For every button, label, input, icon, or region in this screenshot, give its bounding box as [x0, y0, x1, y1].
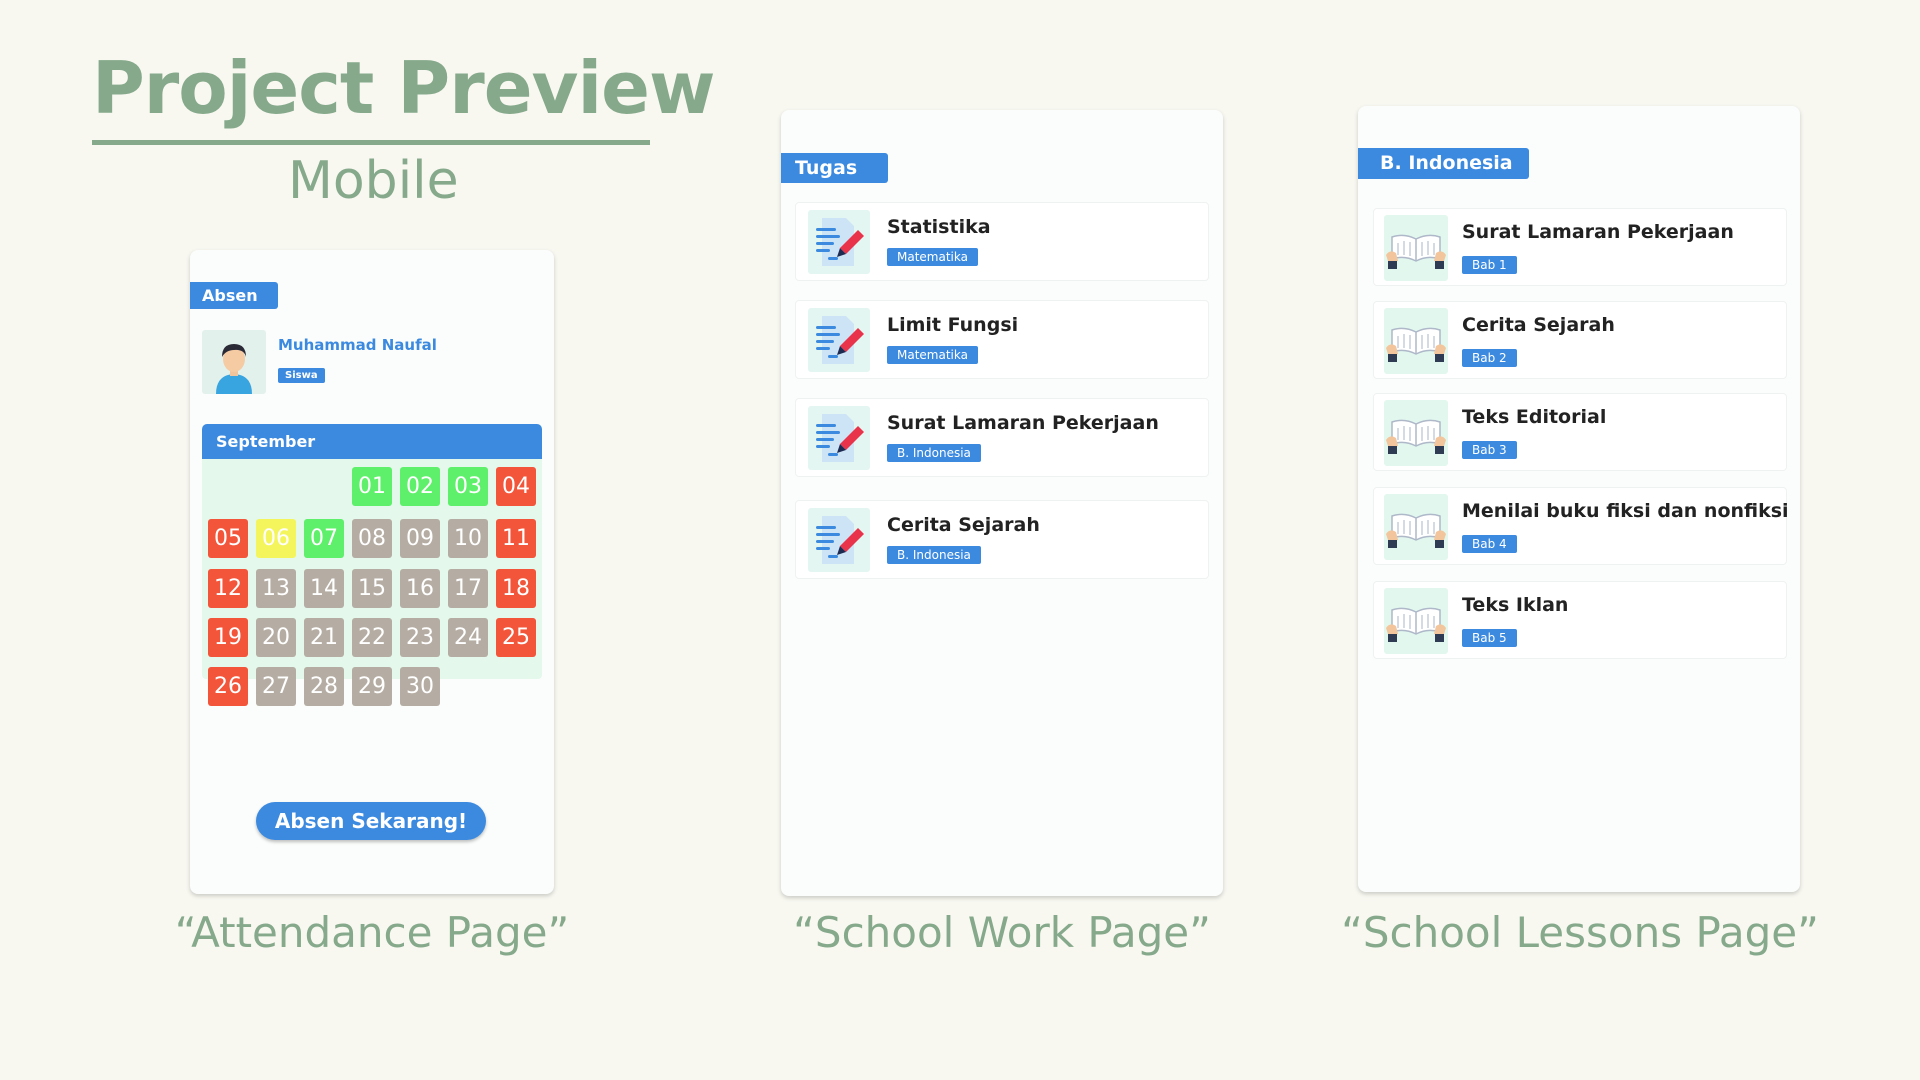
task-title: Cerita Sejarah — [887, 514, 1040, 536]
calendar-day[interactable]: 26 — [208, 667, 248, 706]
chapter-badge: Bab 2 — [1462, 349, 1517, 367]
calendar-day[interactable]: 19 — [208, 618, 248, 657]
chapter-badge: Bab 5 — [1462, 629, 1517, 647]
calendar-day[interactable]: 29 — [352, 667, 392, 706]
task-title: Statistika — [887, 216, 991, 238]
calendar-month-header: September — [202, 424, 542, 459]
lesson-title: Cerita Sejarah — [1462, 314, 1615, 336]
calendar-day[interactable]: 22 — [352, 618, 392, 657]
subject-badge: B. Indonesia — [887, 546, 981, 564]
calendar-day[interactable]: 05 — [208, 519, 248, 558]
task-title: Surat Lamaran Pekerjaan — [887, 412, 1159, 434]
calendar-day[interactable]: 25 — [496, 618, 536, 657]
subject-badge: Matematika — [887, 248, 978, 266]
lesson-card[interactable]: Menilai buku fiksi dan nonfiksi Bab 4 — [1373, 487, 1789, 565]
calendar-day[interactable]: 08 — [352, 519, 392, 558]
schoolwork-phone-screen: Tugas Statistika Matematika Limit Fungsi Ma… — [781, 110, 1223, 896]
document-edit-icon — [808, 308, 870, 372]
avatar — [202, 330, 266, 394]
calendar-day[interactable]: 16 — [400, 569, 440, 608]
calendar-day[interactable]: 03 — [448, 467, 488, 506]
calendar-day[interactable]: 14 — [304, 569, 344, 608]
calendar-day[interactable]: 06 — [256, 519, 296, 558]
subject-badge: B. Indonesia — [887, 444, 981, 462]
task-title: Limit Fungsi — [887, 314, 1019, 336]
calendar-day[interactable]: 23 — [400, 618, 440, 657]
open-book-icon — [1384, 308, 1448, 374]
title-underline — [92, 140, 650, 145]
caption-lessons: “School Lessons Page” — [1341, 908, 1819, 957]
task-card[interactable]: Cerita Sejarah B. Indonesia — [795, 500, 1209, 579]
calendar-day[interactable]: 24 — [448, 618, 488, 657]
open-book-icon — [1384, 215, 1448, 281]
calendar-day[interactable]: 20 — [256, 618, 296, 657]
calendar-day[interactable]: 18 — [496, 569, 536, 608]
subject-badge: Matematika — [887, 346, 978, 364]
absen-tag: Absen — [190, 282, 278, 309]
calendar-day[interactable]: 12 — [208, 569, 248, 608]
calendar-day[interactable]: 21 — [304, 618, 344, 657]
calendar-day[interactable]: 01 — [352, 467, 392, 506]
calendar-day[interactable]: 09 — [400, 519, 440, 558]
lesson-title: Teks Editorial — [1462, 406, 1607, 428]
lesson-card[interactable]: Surat Lamaran Pekerjaan Bab 1 — [1373, 208, 1787, 286]
calendar-day[interactable]: 27 — [256, 667, 296, 706]
calendar-day[interactable]: 07 — [304, 519, 344, 558]
calendar-day[interactable]: 11 — [496, 519, 536, 558]
calendar-day[interactable]: 15 — [352, 569, 392, 608]
open-book-icon — [1384, 400, 1448, 466]
task-card[interactable]: Limit Fungsi Matematika — [795, 300, 1209, 379]
calendar-day[interactable]: 17 — [448, 569, 488, 608]
calendar-day[interactable]: 04 — [496, 467, 536, 506]
page-subtitle: Mobile — [288, 151, 459, 211]
lesson-card[interactable]: Teks Editorial Bab 3 — [1373, 393, 1787, 471]
page-title: Project Preview — [92, 46, 715, 130]
lesson-card[interactable]: Cerita Sejarah Bab 2 — [1373, 301, 1787, 379]
document-edit-icon — [808, 508, 870, 572]
calendar-grid: 01 02 03 04 05 06 07 08 09 10 11 12 13 14 15 16 17 18 19 20… — [202, 459, 542, 706]
chapter-badge: Bab 1 — [1462, 256, 1517, 274]
document-edit-icon — [808, 210, 870, 274]
open-book-icon — [1384, 494, 1448, 560]
lesson-title: Surat Lamaran Pekerjaan — [1462, 221, 1734, 243]
lesson-card[interactable]: Teks Iklan Bab 5 — [1373, 581, 1787, 659]
chapter-badge: Bab 4 — [1462, 535, 1517, 553]
absen-sekarang-button[interactable]: Absen Sekarang! — [256, 802, 486, 840]
tugas-tag: Tugas — [781, 153, 888, 183]
open-book-icon — [1384, 588, 1448, 654]
calendar-day[interactable]: 02 — [400, 467, 440, 506]
calendar-day[interactable]: 30 — [400, 667, 440, 706]
user-avatar-icon — [216, 344, 252, 394]
lessons-phone-screen: B. Indonesia Surat Lamaran Pekerjaan Bab … — [1358, 106, 1800, 892]
lesson-title: Teks Iklan — [1462, 594, 1569, 616]
lesson-title: Menilai buku fiksi dan nonfiksi — [1462, 500, 1789, 522]
calendar-day[interactable]: 28 — [304, 667, 344, 706]
user-name: Muhammad Naufal — [278, 336, 437, 354]
attendance-phone-screen: Absen Muhammad Naufal Siswa September 01… — [190, 250, 554, 894]
caption-attendance: “Attendance Page” — [174, 908, 570, 957]
chapter-badge: Bab 3 — [1462, 441, 1517, 459]
document-edit-icon — [808, 406, 870, 470]
calendar-day[interactable]: 13 — [256, 569, 296, 608]
caption-schoolwork: “School Work Page” — [793, 908, 1211, 957]
task-card[interactable]: Surat Lamaran Pekerjaan B. Indonesia — [795, 398, 1209, 477]
calendar-day[interactable]: 10 — [448, 519, 488, 558]
subject-tag: B. Indonesia — [1358, 148, 1529, 179]
role-badge: Siswa — [278, 368, 325, 383]
task-card[interactable]: Statistika Matematika — [795, 202, 1209, 281]
